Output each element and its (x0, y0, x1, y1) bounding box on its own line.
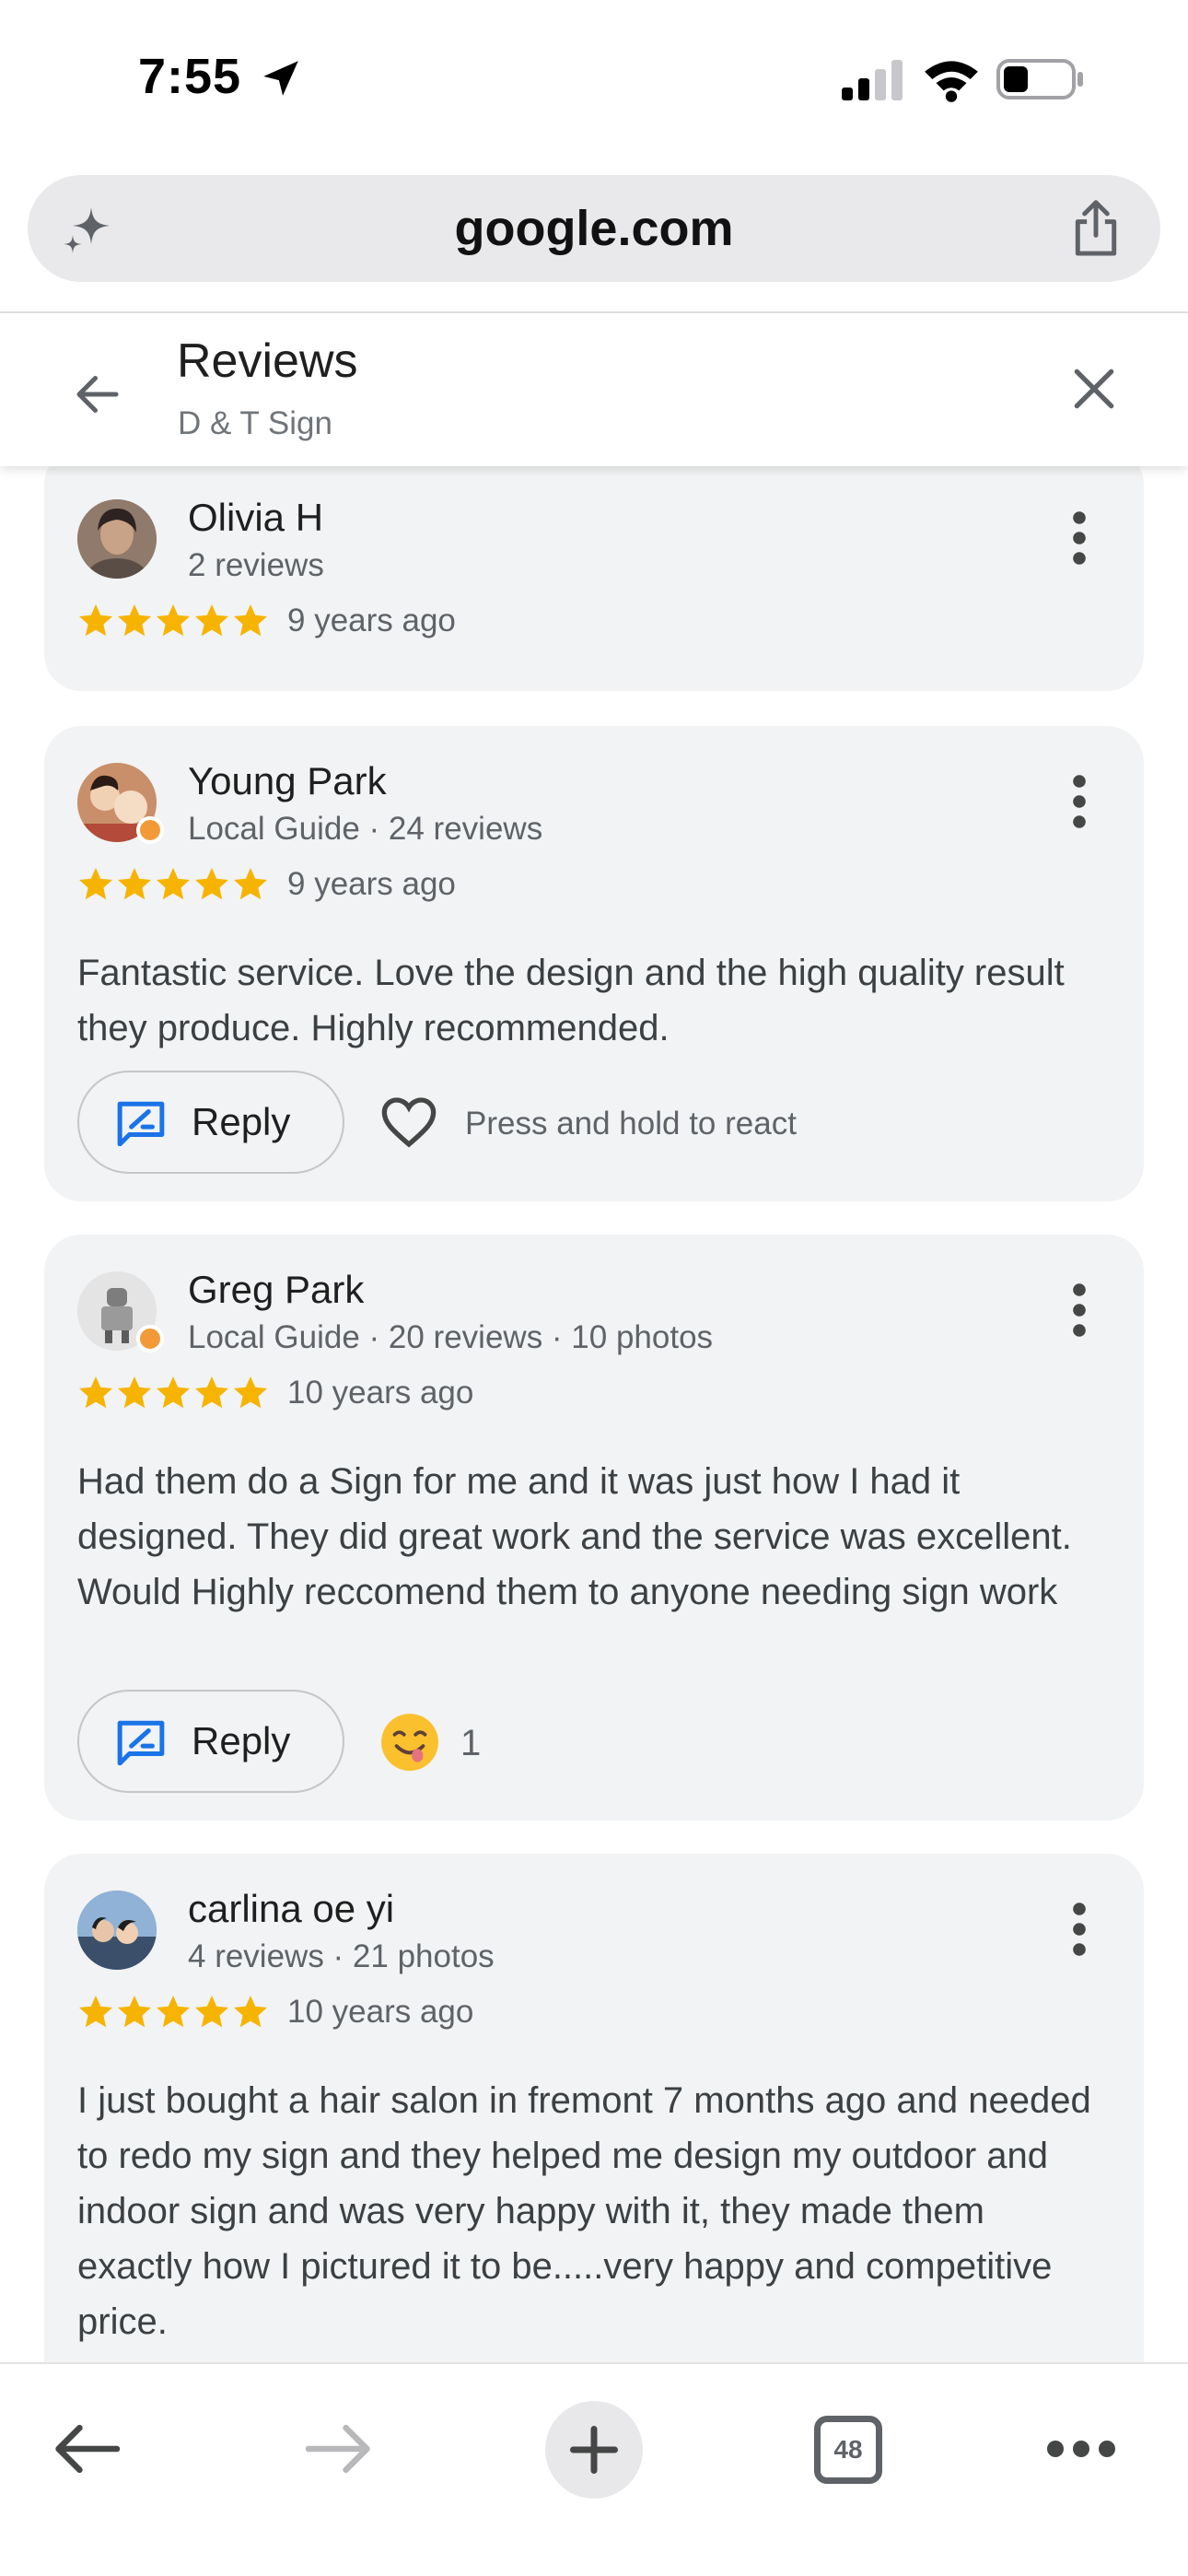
back-arrow-icon[interactable] (70, 367, 125, 422)
more-options-icon[interactable] (1070, 1902, 1089, 1957)
reaction-count: 1 (460, 1723, 482, 1763)
review-text: Had them do a Sign for me and it was jus… (77, 1461, 1072, 1612)
review-card: Young Park Local Guide · 24 reviews 9 ye… (44, 726, 1144, 1201)
back-icon[interactable] (52, 2419, 122, 2478)
reviewer-name[interactable]: Greg Park (188, 1268, 364, 1312)
reply-label: Reply (192, 1100, 291, 1143)
react-hint: Press and hold to react (465, 1106, 797, 1142)
reply-button[interactable]: Reply (77, 1690, 344, 1793)
local-guide-badge (136, 1325, 164, 1352)
close-icon[interactable] (1065, 359, 1124, 418)
location-arrow-icon (263, 61, 298, 96)
review-date: 9 years ago (287, 866, 456, 902)
more-menu-icon[interactable] (1046, 2438, 1116, 2460)
plus-icon (570, 2426, 618, 2474)
star-rating (79, 1996, 267, 2028)
status-bar: 7:55 (0, 0, 1188, 157)
tab-count: 48 (833, 2435, 863, 2464)
status-time: 7:55 (138, 49, 242, 104)
review-date: 9 years ago (287, 603, 456, 638)
cellular-signal-icon (842, 60, 903, 100)
avatar[interactable] (77, 1891, 157, 1970)
browser-toolbar: 48 (0, 2362, 1188, 2576)
reviewer-name[interactable]: Young Park (188, 759, 387, 803)
review-card: Greg Park Local Guide · 20 reviews · 10 … (44, 1235, 1144, 1821)
review-text: Fantastic service. Love the design and t… (77, 953, 1065, 1048)
reply-icon (117, 1720, 165, 1765)
star-rating (79, 1376, 267, 1409)
business-name: D & T Sign (178, 405, 332, 441)
reviewer-name[interactable]: carlina oe yi (188, 1887, 394, 1931)
reviews-list[interactable]: Olivia H 2 reviews 9 years ago Young Par… (0, 466, 1188, 2362)
reviewer-meta: 4 reviews · 21 photos (188, 1938, 495, 1974)
reply-button[interactable]: Reply (77, 1071, 344, 1174)
more-options-icon[interactable] (1070, 510, 1089, 566)
review-card: Olivia H 2 reviews 9 years ago (44, 466, 1144, 691)
reviewer-meta: 2 reviews (188, 547, 324, 583)
wifi-icon (925, 61, 978, 102)
star-rating (79, 868, 267, 900)
battery-icon (996, 59, 1083, 100)
url-text[interactable]: google.com (28, 175, 1160, 282)
page-title: Reviews (177, 334, 358, 388)
tab-switcher-button[interactable]: 48 (814, 2416, 882, 2484)
avatar[interactable] (77, 499, 157, 579)
star-rating (79, 604, 267, 637)
reviewer-meta: Local Guide · 20 reviews · 10 photos (188, 1319, 714, 1355)
address-bar[interactable]: google.com (28, 175, 1160, 282)
reviews-header: Reviews D & T Sign (0, 313, 1188, 466)
avatar-photo (77, 1891, 157, 1970)
review-card: carlina oe yi 4 reviews · 21 photos 10 y… (44, 1854, 1144, 2362)
reply-label: Reply (192, 1719, 291, 1762)
avatar-photo (77, 499, 157, 579)
review-date: 10 years ago (287, 1994, 474, 2030)
reviewer-name[interactable]: Olivia H (188, 496, 323, 540)
reviewer-meta: Local Guide · 24 reviews (188, 811, 543, 847)
reply-icon (117, 1101, 165, 1146)
new-tab-button[interactable] (545, 2401, 643, 2499)
heart-icon[interactable] (379, 1095, 438, 1150)
smiling-face-emoji-icon[interactable] (379, 1712, 440, 1773)
review-text: I just bought a hair salon in fremont 7 … (77, 2080, 1091, 2342)
forward-icon[interactable] (304, 2419, 374, 2478)
review-date: 10 years ago (287, 1375, 474, 1411)
more-options-icon[interactable] (1070, 774, 1089, 829)
local-guide-badge (136, 816, 164, 844)
share-icon[interactable] (1068, 199, 1124, 258)
more-options-icon[interactable] (1070, 1282, 1089, 1338)
